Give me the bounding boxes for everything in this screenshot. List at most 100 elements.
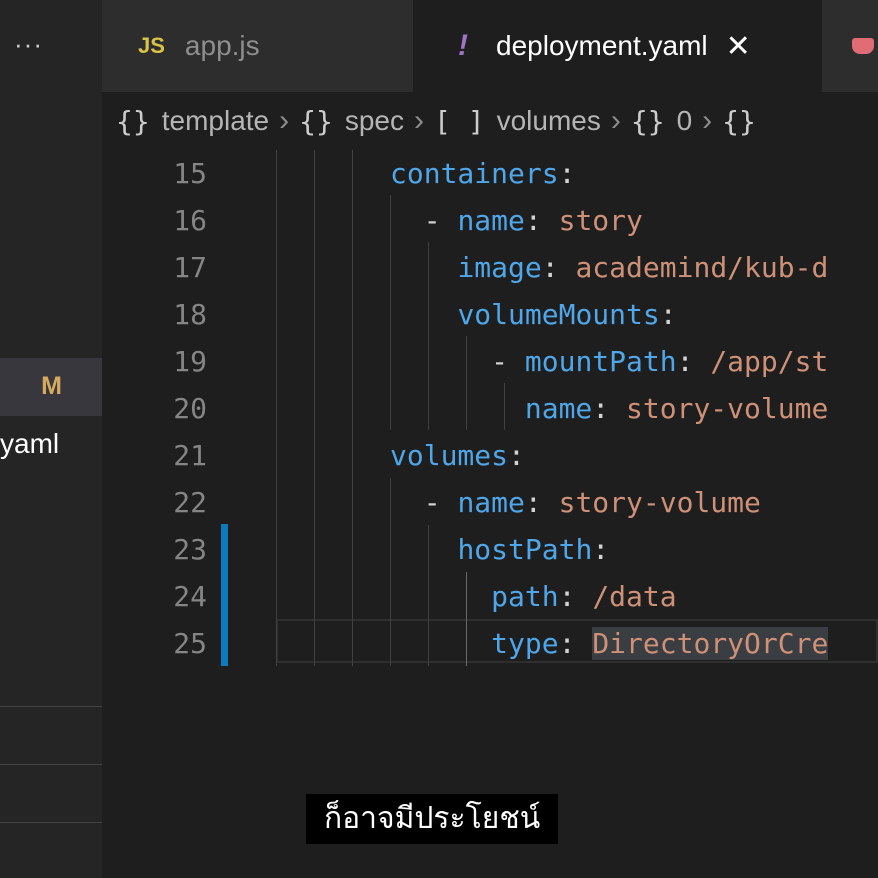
sidebar-file-row-selected[interactable]: M (0, 358, 102, 416)
code-line[interactable]: 15 containers: (102, 150, 878, 197)
object-icon: {} (630, 104, 665, 138)
sidebar-divider (0, 822, 102, 823)
chevron-right-icon: › (414, 104, 424, 137)
javascript-file-icon: JS (138, 33, 165, 58)
code-line[interactable]: 16 - name: story (102, 197, 878, 244)
line-number: 18 (173, 298, 207, 331)
breadcrumb-label: 0 (676, 105, 693, 136)
code-editor[interactable]: 15 containers: 16 - name: story 17 image: a… (102, 150, 878, 878)
sidebar-file-label[interactable]: yaml (0, 428, 59, 460)
breadcrumb-item-next[interactable]: {} (722, 105, 768, 138)
line-number: 17 (173, 251, 207, 284)
code-line[interactable]: 17 image: academind/kub-d (102, 244, 878, 291)
yaml-colon: : (558, 157, 576, 190)
code-line[interactable]: 22 - name: story-volume (102, 479, 878, 526)
breadcrumb-item-0[interactable]: {} 0 (631, 105, 692, 138)
yaml-colon: : (592, 392, 627, 425)
breadcrumb-item-template[interactable]: {} template (116, 105, 269, 138)
chevron-right-icon: › (702, 104, 713, 137)
yaml-colon: : (508, 439, 525, 472)
yaml-colon: : (659, 298, 677, 331)
line-number: 21 (173, 439, 207, 472)
close-icon[interactable]: ✕ (726, 29, 751, 64)
modified-badge: M (41, 372, 62, 400)
yaml-colon: : (541, 251, 576, 284)
sidebar-divider (0, 706, 102, 707)
yaml-key: name (524, 392, 593, 425)
array-icon: [ ] (434, 104, 485, 138)
breadcrumb-item-spec[interactable]: {} spec (299, 105, 404, 138)
sidebar-divider (0, 764, 102, 765)
breadcrumb: {} template › {} spec › [ ] volumes › {}… (102, 92, 878, 150)
line-number: 16 (173, 204, 207, 237)
yaml-colon: : (558, 627, 593, 660)
yaml-value: DirectoryOrCre (592, 627, 829, 660)
object-icon: {} (722, 104, 756, 138)
yaml-value: story (558, 204, 643, 237)
ellipsis-icon[interactable]: ··· (14, 30, 43, 58)
yaml-value: story-volume (626, 392, 829, 425)
code-text: path: /data (390, 573, 677, 620)
code-line[interactable]: 18 volumeMounts: (102, 291, 878, 338)
code-line[interactable]: 20 name: story-volume (102, 385, 878, 432)
line-number: 23 (173, 533, 207, 566)
code-text: image: academind/kub-d (390, 244, 828, 291)
yaml-key: volumeMounts (457, 298, 660, 331)
chevron-right-icon: › (279, 104, 290, 137)
code-line[interactable]: 25 type: DirectoryOrCre (102, 620, 878, 667)
yaml-colon: : (524, 204, 559, 237)
tab-app-js[interactable]: JS app.js (102, 0, 414, 92)
yaml-value: /data (592, 580, 677, 613)
line-number: 25 (173, 627, 207, 660)
object-icon: {} (116, 104, 150, 138)
list-dash: - (423, 204, 458, 237)
yaml-file-icon: ! (458, 29, 468, 62)
tab-deployment-yaml[interactable]: ! deployment.yaml ✕ (414, 0, 822, 92)
yaml-value: story-volume (558, 486, 761, 519)
breadcrumb-label: template (161, 105, 270, 136)
yaml-key: image (457, 251, 542, 284)
yaml-value: /app/st (710, 345, 829, 378)
explorer-sidebar: ··· M yaml (0, 0, 102, 878)
yaml-colon: : (558, 580, 593, 613)
yaml-colon: : (592, 533, 610, 566)
docker-icon (852, 38, 874, 54)
code-text: name: story-volume (390, 385, 828, 432)
tab-label: deployment.yaml (496, 30, 708, 61)
code-line[interactable]: 24 path: /data (102, 573, 878, 620)
breadcrumb-item-volumes[interactable]: [ ] volumes (434, 105, 601, 138)
code-text: - mountPath: /app/st (390, 338, 828, 385)
yaml-colon: : (524, 486, 559, 519)
chevron-right-icon: › (610, 104, 621, 137)
code-line[interactable]: 21 volumes: (102, 432, 878, 479)
yaml-key: name (457, 204, 525, 237)
line-number: 24 (173, 580, 207, 613)
code-line[interactable]: 19 - mountPath: /app/st (102, 338, 878, 385)
yaml-key: containers (390, 157, 559, 190)
code-text: volumes: (390, 432, 525, 479)
list-dash: - (491, 345, 525, 378)
line-number: 20 (173, 392, 207, 425)
yaml-colon: : (676, 345, 711, 378)
yaml-key: name (457, 486, 525, 519)
line-number: 19 (173, 345, 207, 378)
yaml-value: academind/kub-d (575, 251, 829, 284)
yaml-key: mountPath (524, 345, 677, 378)
code-text: volumeMounts: (390, 291, 677, 338)
yaml-key: path (491, 580, 559, 613)
code-text: type: DirectoryOrCre (390, 620, 829, 667)
yaml-key: volumes (390, 439, 509, 472)
object-icon: {} (299, 104, 333, 138)
code-line[interactable]: 23 hostPath: (102, 526, 878, 573)
tab-bar: JS app.js ! deployment.yaml ✕ (102, 0, 878, 92)
breadcrumb-label: volumes (496, 105, 601, 136)
tab-dockerfile[interactable] (822, 0, 878, 92)
